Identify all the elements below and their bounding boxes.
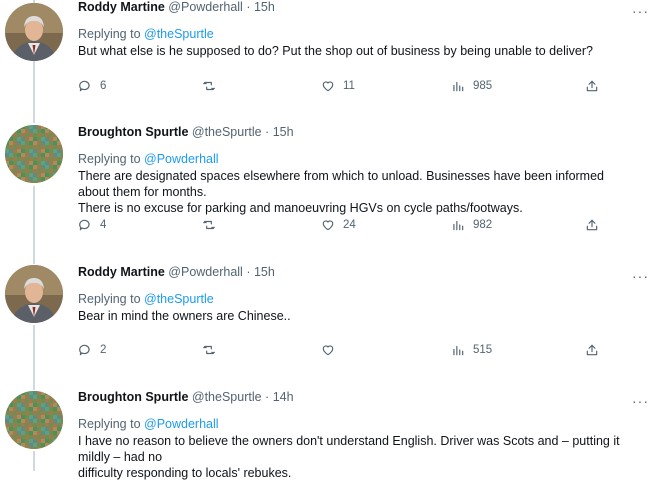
avatar[interactable]	[5, 265, 63, 323]
share-icon	[585, 79, 607, 93]
like-icon	[321, 218, 343, 232]
replying-to: Replying to @theSpurtle	[78, 27, 214, 41]
like-button[interactable]: 24	[321, 215, 356, 235]
action-bar: 6 11 985	[78, 76, 618, 96]
user-handle[interactable]: @Powderhall	[168, 0, 243, 14]
replying-to: Replying to @theSpurtle	[78, 292, 214, 306]
share-button[interactable]	[585, 76, 607, 96]
more-options-icon[interactable]: ···	[632, 3, 649, 19]
action-bar: 4 24 982	[78, 215, 618, 235]
like-icon	[321, 343, 343, 357]
tweet[interactable]: Roddy Martine @Powderhall · 15h ··· Repl…	[0, 260, 650, 385]
tweet-text-line: But what else is he supposed to do? Put …	[78, 44, 593, 58]
share-button[interactable]	[585, 340, 607, 360]
like-count: 24	[343, 219, 356, 231]
timestamp[interactable]: 15h	[273, 125, 294, 139]
display-name[interactable]: Broughton Spurtle	[78, 125, 188, 139]
user-handle[interactable]: @Powderhall	[168, 265, 243, 279]
replying-to-label: Replying to	[78, 292, 145, 306]
retweet-icon	[202, 218, 224, 232]
views-icon	[451, 343, 473, 357]
reply-icon	[78, 79, 100, 93]
timestamp[interactable]: 15h	[254, 265, 275, 279]
separator-dot: ·	[265, 125, 270, 139]
reply-count: 6	[100, 80, 107, 92]
tweet-header: Broughton Spurtle @theSpurtle · 15h	[78, 125, 294, 139]
tweet-text-line: There are designated spaces elsewhere fr…	[78, 169, 605, 199]
mention-link[interactable]: @theSpurtle	[144, 292, 214, 306]
more-options-icon[interactable]: ···	[632, 393, 649, 409]
avatar[interactable]	[5, 3, 63, 61]
display-name[interactable]: Broughton Spurtle	[78, 390, 188, 404]
retweet-icon	[202, 79, 224, 93]
profile-photo	[5, 265, 63, 323]
views-button[interactable]: 982	[451, 215, 492, 235]
reply-count: 2	[100, 344, 107, 356]
profile-photo	[5, 391, 63, 449]
retweet-icon	[202, 343, 224, 357]
user-handle[interactable]: @theSpurtle	[192, 125, 262, 139]
views-count: 982	[473, 219, 493, 231]
replying-to-label: Replying to	[78, 27, 145, 41]
mention-link[interactable]: @Powderhall	[144, 417, 219, 431]
retweet-button[interactable]	[202, 76, 224, 96]
mention-link[interactable]: @Powderhall	[144, 152, 219, 166]
views-count: 985	[473, 80, 493, 92]
reply-button[interactable]: 2	[78, 340, 106, 360]
reply-button[interactable]: 6	[78, 76, 106, 96]
profile-photo	[5, 3, 63, 61]
tweet-text-line: I have no reason to believe the owners d…	[78, 434, 620, 464]
tweet-header: Roddy Martine @Powderhall · 15h	[78, 265, 275, 279]
tweet-text: I have no reason to believe the owners d…	[78, 433, 638, 481]
tweet[interactable]: Broughton Spurtle @theSpurtle · 14h ··· …	[0, 385, 650, 480]
tweet-text: But what else is he supposed to do? Put …	[78, 43, 638, 59]
avatar[interactable]	[5, 391, 63, 449]
views-count: 515	[473, 344, 493, 356]
reply-button[interactable]: 4	[78, 215, 106, 235]
like-button[interactable]	[321, 340, 343, 360]
tweet[interactable]: Roddy Martine @Powderhall · 15h ··· Repl…	[0, 0, 650, 120]
share-icon	[585, 218, 607, 232]
like-icon	[321, 79, 343, 93]
display-name[interactable]: Roddy Martine	[78, 0, 165, 14]
tweet-text-line: Bear in mind the owners are Chinese..	[78, 309, 291, 323]
tweet-text: There are designated spaces elsewhere fr…	[78, 168, 638, 216]
timestamp[interactable]: 15h	[254, 0, 275, 14]
views-button[interactable]: 515	[451, 340, 492, 360]
tweet-text-line: difficulty responding to locals' rebukes…	[78, 466, 292, 480]
profile-photo	[5, 125, 63, 183]
replying-to-label: Replying to	[78, 417, 145, 431]
user-handle[interactable]: @theSpurtle	[192, 390, 262, 404]
replying-to: Replying to @Powderhall	[78, 417, 219, 431]
retweet-button[interactable]	[202, 340, 224, 360]
timestamp[interactable]: 14h	[273, 390, 294, 404]
tweet-text: Bear in mind the owners are Chinese..	[78, 308, 638, 324]
tweet-header: Roddy Martine @Powderhall · 15h	[78, 0, 275, 14]
tweet-header: Broughton Spurtle @theSpurtle · 14h	[78, 390, 294, 404]
reply-count: 4	[100, 219, 107, 231]
share-button[interactable]	[585, 215, 607, 235]
avatar[interactable]	[5, 125, 63, 183]
reply-icon	[78, 218, 100, 232]
share-icon	[585, 343, 607, 357]
retweet-button[interactable]	[202, 215, 224, 235]
more-options-icon[interactable]: ···	[632, 268, 649, 284]
like-count: 11	[343, 80, 355, 92]
mention-link[interactable]: @theSpurtle	[144, 27, 214, 41]
replying-to-label: Replying to	[78, 152, 145, 166]
separator-dot: ·	[246, 265, 251, 279]
views-icon	[451, 218, 473, 232]
tweet[interactable]: Broughton Spurtle @theSpurtle · 15h Repl…	[0, 120, 650, 260]
views-icon	[451, 79, 473, 93]
replying-to: Replying to @Powderhall	[78, 152, 219, 166]
tweet-text-line: There is no excuse for parking and manoe…	[78, 201, 523, 215]
separator-dot: ·	[265, 390, 270, 404]
views-button[interactable]: 985	[451, 76, 492, 96]
display-name[interactable]: Roddy Martine	[78, 265, 165, 279]
action-bar: 2 515	[78, 340, 618, 360]
like-button[interactable]: 11	[321, 76, 355, 96]
separator-dot: ·	[246, 0, 251, 14]
reply-icon	[78, 343, 100, 357]
